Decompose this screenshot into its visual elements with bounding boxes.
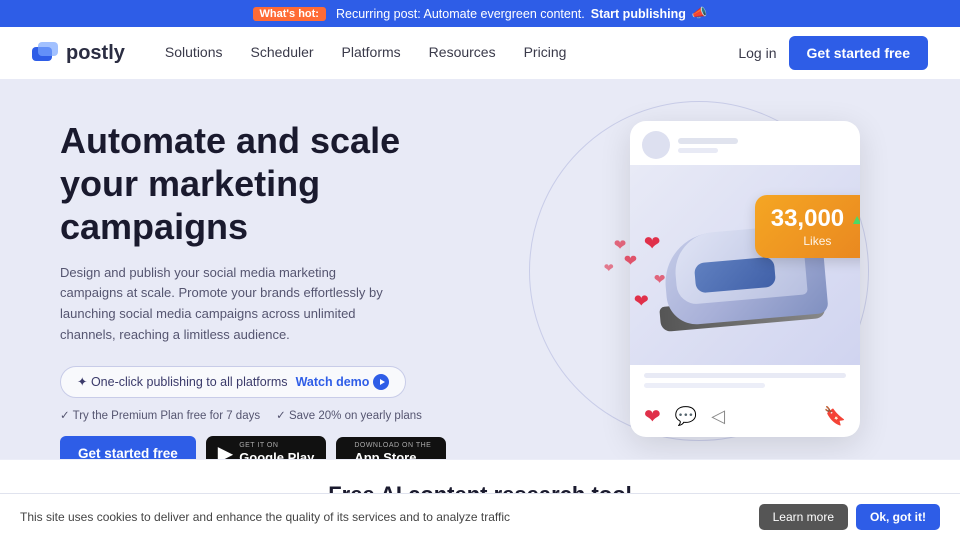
heart-icon[interactable]: ❤ xyxy=(644,404,661,429)
likes-label: Likes xyxy=(771,234,860,248)
google-play-text: GET IT ON Google Play xyxy=(239,442,314,459)
announcement-emoji: 📣 xyxy=(692,6,708,21)
app-store-text: DOWNLOAD ON THE App Store xyxy=(354,442,431,459)
hero-left: Automate and scale your marketing campai… xyxy=(60,111,486,459)
phone-header xyxy=(630,121,860,165)
bookmark-icon[interactable]: 🔖 xyxy=(824,406,846,427)
avatar xyxy=(642,131,670,159)
announcement-text: Recurring post: Automate evergreen conte… xyxy=(336,7,585,21)
play-icon xyxy=(373,374,389,390)
trial-text-2: Save 20% on yearly plans xyxy=(276,408,422,422)
heart-float-2: ❤ xyxy=(654,271,666,288)
hero-section: Automate and scale your marketing campai… xyxy=(0,79,960,459)
up-arrow-icon: ▲ xyxy=(850,211,860,227)
phone-footer xyxy=(630,365,860,396)
feature-pill-text: ✦ One-click publishing to all platforms xyxy=(77,374,288,389)
phone-image: 33,000 ▲ Likes xyxy=(630,165,860,365)
watch-demo-text: Watch demo xyxy=(296,375,370,389)
nav-solutions[interactable]: Solutions xyxy=(165,44,223,60)
footer-line-2 xyxy=(644,383,765,388)
cookie-buttons: Learn more Ok, got it! xyxy=(759,504,940,530)
ok-button[interactable]: Ok, got it! xyxy=(856,504,940,530)
social-icons-row: ❤ 💬 ◁ 🔖 xyxy=(630,396,860,437)
logo[interactable]: postly xyxy=(32,42,125,65)
login-button[interactable]: Log in xyxy=(738,45,776,61)
hot-badge: What's hot: xyxy=(253,7,326,21)
comment-icon[interactable]: 💬 xyxy=(675,406,697,427)
share-icon[interactable]: ◁ xyxy=(711,406,725,427)
feature-pill: ✦ One-click publishing to all platforms … xyxy=(60,366,406,398)
heart-float-3: ❤ xyxy=(624,251,637,271)
likes-number: 33,000 ▲ xyxy=(771,205,860,233)
hero-title: Automate and scale your marketing campai… xyxy=(60,119,440,249)
nav-scheduler[interactable]: Scheduler xyxy=(251,44,314,60)
announcement-bar: What's hot: Recurring post: Automate eve… xyxy=(0,0,960,27)
google-play-badge[interactable]: ▶ GET IT ON Google Play xyxy=(206,436,327,459)
cookie-bar: This site uses cookies to deliver and en… xyxy=(0,493,960,540)
header-line-1 xyxy=(678,138,738,144)
heart-float-4: ❤ xyxy=(604,261,614,275)
get-started-nav-button[interactable]: Get started free xyxy=(789,36,928,70)
google-play-icon: ▶ xyxy=(218,441,233,459)
trial-text-1: Try the Premium Plan free for 7 days xyxy=(60,408,260,422)
nav-pricing[interactable]: Pricing xyxy=(524,44,567,60)
nav-platforms[interactable]: Platforms xyxy=(342,44,401,60)
get-started-hero-button[interactable]: Get started free xyxy=(60,436,196,459)
nav-right: Log in Get started free xyxy=(738,36,928,70)
header-lines xyxy=(678,138,738,153)
likes-badge: 33,000 ▲ Likes xyxy=(755,195,860,258)
cookie-text: This site uses cookies to deliver and en… xyxy=(20,510,510,524)
heart-float-1: ❤ xyxy=(634,291,649,312)
trial-info: Try the Premium Plan free for 7 days Sav… xyxy=(60,408,486,422)
hero-buttons: Get started free ▶ GET IT ON Google Play… xyxy=(60,436,486,459)
learn-more-button[interactable]: Learn more xyxy=(759,504,848,530)
hero-description: Design and publish your social media mar… xyxy=(60,263,400,346)
heart-float-5: ❤ xyxy=(644,231,661,256)
header-line-2 xyxy=(678,148,718,153)
watch-demo-link[interactable]: Watch demo xyxy=(296,374,390,390)
logo-icon xyxy=(32,42,60,64)
app-store-badge[interactable]: DOWNLOAD ON THE App Store xyxy=(336,437,446,459)
navbar: postly Solutions Scheduler Platforms Res… xyxy=(0,27,960,79)
logo-text: postly xyxy=(66,42,125,65)
footer-line-1 xyxy=(644,373,846,378)
announcement-cta[interactable]: Start publishing xyxy=(591,7,686,21)
hero-right: ❤ ❤ ❤ ❤ ❤ ❤ xyxy=(486,111,912,459)
nav-resources[interactable]: Resources xyxy=(429,44,496,60)
heart-float-6: ❤ xyxy=(614,236,627,254)
nav-links: Solutions Scheduler Platforms Resources … xyxy=(165,44,738,62)
